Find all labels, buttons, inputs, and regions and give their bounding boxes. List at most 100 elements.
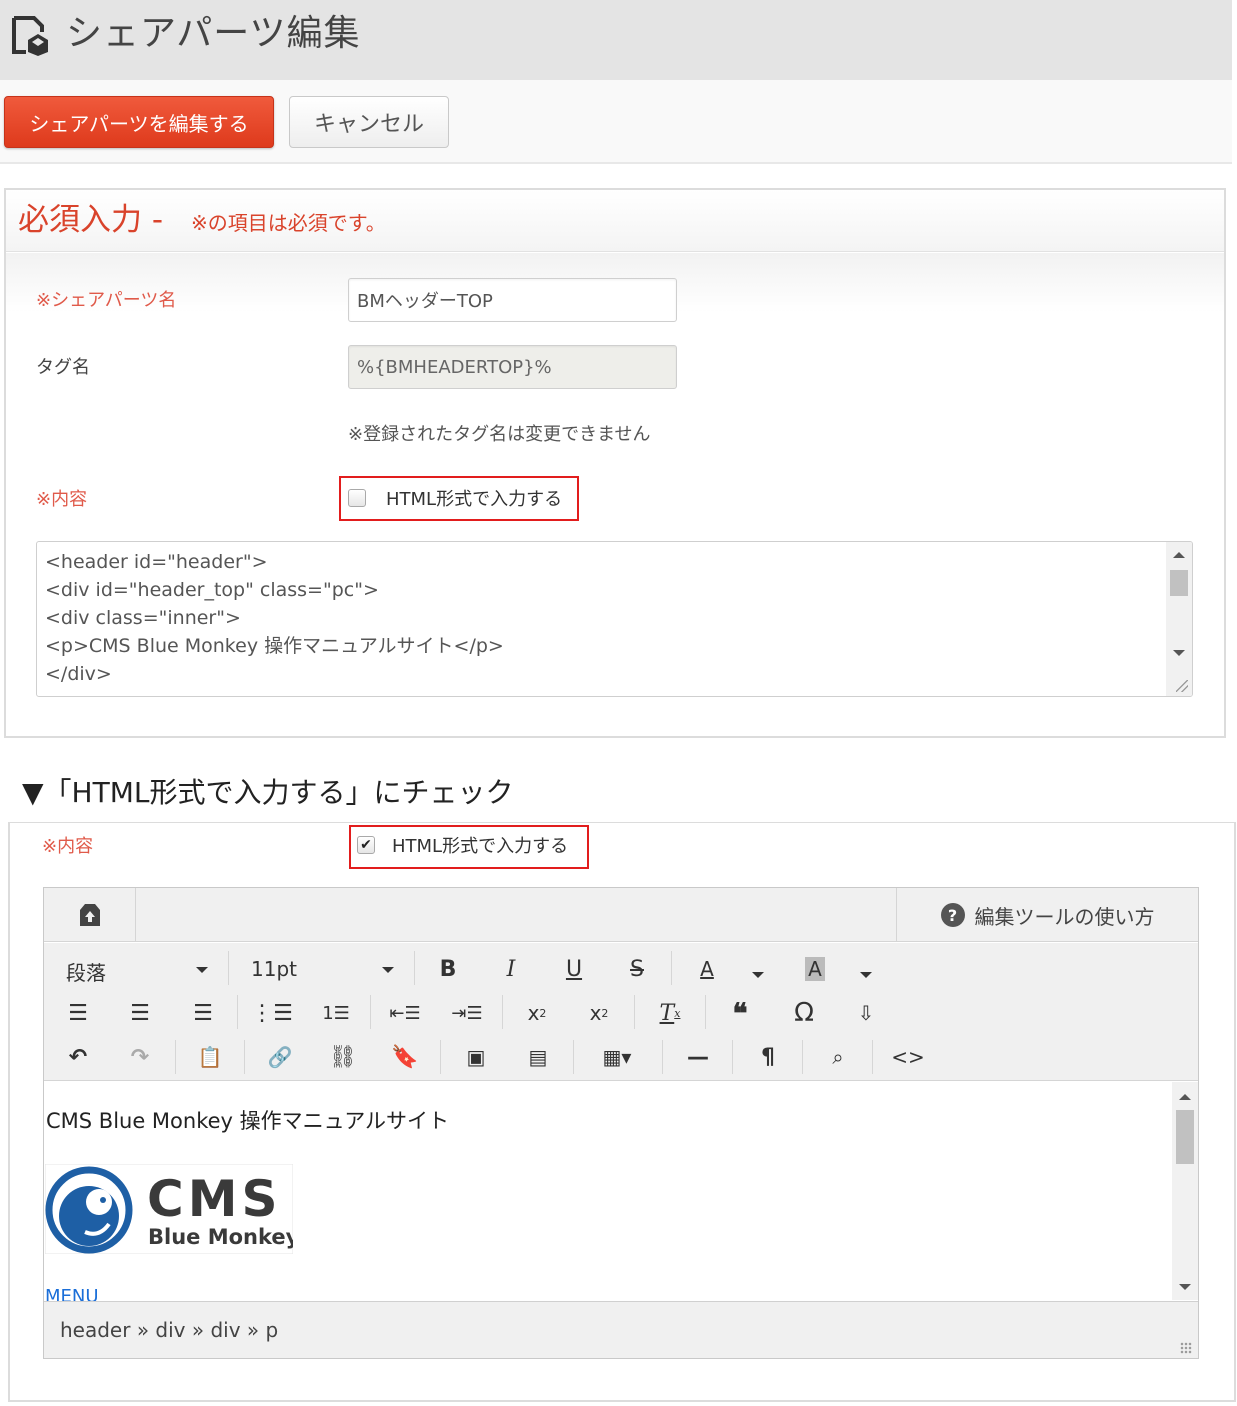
html-mode-checkbox[interactable] — [348, 489, 366, 507]
section-title: 必須入力 - — [18, 202, 164, 238]
clear-format-icon[interactable]: Tx — [650, 993, 690, 1033]
code-line: </div> — [45, 663, 112, 685]
content-label: ※内容 — [36, 489, 88, 510]
editor-toolbar: 段落 11pt B I U S A A ☰ ☰ ☰ ⋮☰ 1☰ ⇤☰ ⇥☰ x2… — [44, 943, 1198, 1081]
page-edit-icon — [12, 16, 48, 56]
source-code-icon[interactable]: <> — [888, 1037, 928, 1077]
html-mode-checkbox[interactable]: ✔ — [357, 836, 375, 854]
toolbar-separator — [705, 995, 706, 1029]
toolbar-separator — [370, 995, 371, 1029]
toolbar-toggle-icon — [79, 904, 100, 926]
redo-icon[interactable]: ↷ — [120, 1037, 160, 1077]
paragraph-mark-icon[interactable]: ¶ — [748, 1037, 788, 1077]
code-line: <header id="header"> — [45, 551, 268, 573]
media-icon[interactable]: ▤ — [518, 1037, 558, 1077]
scroll-up-icon[interactable] — [1179, 1094, 1191, 1100]
toolbar-toggle-button[interactable] — [44, 888, 136, 942]
page-title: シェアパーツ編集 — [66, 13, 361, 54]
content-label: ※内容 — [42, 836, 94, 857]
unlink-icon[interactable]: ⛓ — [323, 1037, 363, 1077]
toolbar-separator — [634, 995, 635, 1029]
scroll-down-icon[interactable] — [1173, 650, 1185, 656]
scroll-thumb[interactable] — [1170, 570, 1188, 596]
subscript-icon[interactable]: x2 — [517, 993, 557, 1033]
scroll-down-icon[interactable] — [1179, 1284, 1191, 1290]
horizontal-rule-icon[interactable]: — — [678, 1037, 718, 1077]
paste-icon[interactable]: 📋 — [190, 1037, 230, 1077]
align-center-icon[interactable]: ☰ — [120, 993, 160, 1033]
code-line: <div id="header_top" class="pc"> — [45, 579, 379, 601]
panel-header — [6, 190, 1224, 252]
bookmark-icon[interactable]: 🔖 — [385, 1037, 425, 1077]
toolbar-separator — [237, 995, 238, 1029]
share-parts-name-input[interactable]: BMヘッダーTOP — [348, 278, 677, 322]
content-textarea[interactable]: <header id="header"> <div id="header_top… — [36, 541, 1193, 697]
section-note: ※の項目は必須です。 — [191, 211, 386, 235]
toolbar-separator — [244, 1040, 245, 1074]
blockquote-icon[interactable]: ❝ — [720, 993, 760, 1033]
toolbar-separator — [440, 1040, 441, 1074]
toolbar-separator — [502, 995, 503, 1029]
table-icon[interactable]: ▦▾ — [592, 1037, 642, 1077]
text-color-icon[interactable]: A — [687, 949, 727, 989]
code-line: <p>CMS Blue Monkey 操作マニュアルサイト</p> — [45, 635, 504, 657]
bold-icon[interactable]: B — [428, 949, 468, 989]
toolbar-separator — [671, 951, 672, 985]
code-line: <div class="inner"> — [45, 607, 241, 629]
numbered-list-icon[interactable]: 1☰ — [316, 993, 356, 1033]
link-icon[interactable]: 🔗 — [260, 1037, 300, 1077]
resize-grip-icon[interactable] — [1176, 680, 1188, 692]
toolbar-separator — [175, 1040, 176, 1074]
underline-icon[interactable]: U — [554, 949, 594, 989]
bullet-list-icon[interactable]: ⋮☰ — [251, 993, 293, 1033]
editor-resize-grip-icon[interactable] — [1180, 1342, 1192, 1354]
toolbar-separator — [872, 1040, 873, 1074]
toolbar-separator — [228, 951, 229, 985]
background-color-caret-icon[interactable] — [860, 972, 872, 978]
toolbar-separator — [414, 951, 415, 985]
scroll-up-icon[interactable] — [1173, 552, 1185, 558]
toolbar-separator — [802, 1040, 803, 1074]
format-select-caret-icon[interactable] — [196, 967, 208, 973]
textarea-scrollbar[interactable] — [1166, 542, 1192, 696]
scroll-thumb[interactable] — [1176, 1110, 1194, 1164]
indent-icon[interactable]: ⇥☰ — [447, 993, 487, 1033]
html-mode-checkbox-label[interactable]: HTML形式で入力する — [386, 485, 562, 511]
help-icon: ? — [940, 903, 965, 927]
html-mode-checkbox-label[interactable]: HTML形式で入力する — [392, 832, 568, 858]
step-caption: ▼「HTML形式で入力する」にチェック — [22, 776, 514, 809]
cancel-button[interactable]: キャンセル — [289, 96, 449, 148]
text-color-caret-icon[interactable] — [752, 972, 764, 978]
align-right-icon[interactable]: ☰ — [183, 993, 223, 1033]
logo-sub-text: Blue Monkey — [148, 1225, 293, 1249]
anchor-insert-icon[interactable]: ⇩ — [846, 993, 886, 1033]
format-select[interactable]: 段落 — [66, 957, 106, 986]
editor-scrollbar[interactable] — [1172, 1082, 1198, 1300]
undo-icon[interactable]: ↶ — [58, 1037, 98, 1077]
toolbar-separator — [573, 1040, 574, 1074]
save-button[interactable]: シェアパーツを編集する — [4, 96, 274, 148]
font-size-caret-icon[interactable] — [382, 967, 394, 973]
tag-name-hint: ※登録されたタグ名は変更できません — [348, 424, 651, 445]
image-icon[interactable]: ▣ — [456, 1037, 496, 1077]
toolbar-separator — [662, 1040, 663, 1074]
font-size-select[interactable]: 11pt — [251, 957, 297, 981]
special-char-icon[interactable]: Ω — [784, 993, 824, 1033]
outdent-icon[interactable]: ⇤☰ — [385, 993, 425, 1033]
share-parts-name-label: ※シェアパーツ名 — [36, 290, 177, 311]
tag-name-label: タグ名 — [36, 357, 90, 378]
cms-blue-monkey-logo: CMS Blue Monkey — [45, 1164, 293, 1254]
editor-text: CMS Blue Monkey 操作マニュアルサイト — [46, 1109, 450, 1133]
tag-name-field: %{BMHEADERTOP}% — [348, 345, 677, 389]
background-color-icon[interactable]: A — [795, 949, 835, 989]
align-left-icon[interactable]: ☰ — [58, 993, 98, 1033]
strikethrough-icon[interactable]: S — [617, 949, 657, 989]
italic-icon[interactable]: I — [491, 949, 531, 989]
editor-help-button[interactable]: ? 編集ツールの使い方 — [896, 888, 1198, 942]
editor-help-label: 編集ツールの使い方 — [974, 904, 1155, 929]
superscript-icon[interactable]: x2 — [579, 993, 619, 1033]
toolbar-separator — [732, 1040, 733, 1074]
element-path: header » div » div » p — [60, 1318, 279, 1342]
logo-main-text: CMS — [147, 1170, 281, 1228]
find-icon[interactable]: ⌕ — [818, 1037, 858, 1077]
